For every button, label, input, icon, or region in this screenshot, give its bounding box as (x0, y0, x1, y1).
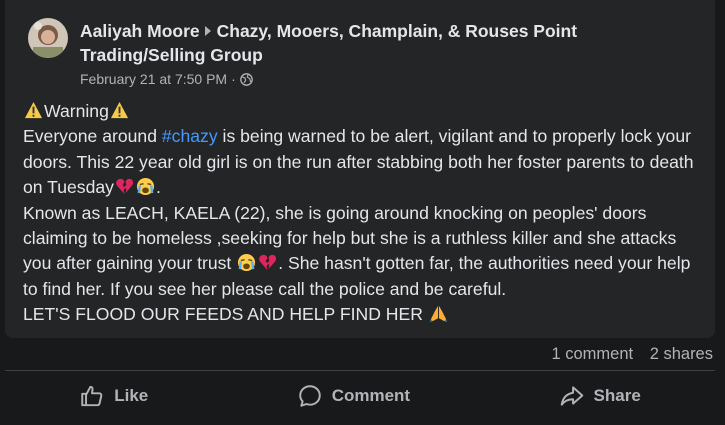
paragraph-1-text-a: Everyone around (23, 126, 162, 147)
like-button[interactable]: Like (79, 383, 148, 409)
header-text: Aaliyah Moore Chazy, Mooers, Champlain, &… (80, 19, 640, 87)
post-header: Aaliyah Moore Chazy, Mooers, Champlain, &… (28, 18, 640, 87)
paragraph-2: Known as LEACH, KAELA (22), she is going… (23, 201, 709, 303)
crying-face-icon (238, 254, 256, 272)
header-title: Aaliyah Moore Chazy, Mooers, Champlain, &… (80, 19, 640, 43)
warning-icon (24, 101, 43, 119)
share-count[interactable]: 2 shares (650, 345, 713, 363)
paragraph-3: LET'S FLOOD OUR FEEDS AND HELP FIND HER (23, 302, 709, 327)
post-body: Warning Everyone around #chazy is being … (23, 99, 709, 328)
arrow-right-icon (204, 26, 211, 36)
share-label: Share (593, 386, 641, 405)
crying-face-icon (136, 178, 155, 196)
comment-button[interactable]: Comment (297, 383, 410, 409)
warning-label: Warning (44, 101, 109, 121)
warning-line: Warning (23, 99, 709, 124)
share-arrow-icon (560, 386, 583, 406)
broken-heart-icon (116, 179, 134, 195)
post-meta: February 21 at 7:50 PM · (80, 71, 640, 87)
paragraph-3-text: LET'S FLOOD OUR FEEDS AND HELP FIND HER (23, 304, 428, 325)
speech-bubble-icon (298, 385, 321, 407)
meta-separator: · (231, 71, 236, 87)
paragraph-1: Everyone around #chazy is being warned t… (23, 124, 709, 200)
engagement-counts: 1 comment 2 shares (539, 345, 713, 364)
action-bar: Like Comment Share (5, 378, 715, 414)
group-name[interactable]: Chazy, Mooers, Champlain, & Rouses Point (217, 21, 577, 41)
paragraph-1-end: . (155, 177, 161, 198)
post-card: Aaliyah Moore Chazy, Mooers, Champlain, &… (5, 0, 715, 338)
post-timestamp[interactable]: February 21 at 7:50 PM (80, 71, 227, 87)
author-avatar[interactable] (28, 18, 68, 58)
thumbs-up-icon (81, 385, 103, 407)
author-name[interactable]: Aaliyah Moore (80, 21, 200, 41)
comment-count[interactable]: 1 comment (551, 345, 633, 363)
share-button[interactable]: Share (559, 383, 641, 409)
comment-label: Comment (331, 386, 411, 405)
group-name-cont[interactable]: Trading/Selling Group (80, 43, 640, 67)
warning-icon (110, 101, 128, 119)
hashtag-link[interactable]: #chazy (162, 126, 218, 146)
broken-heart-icon (259, 255, 277, 271)
like-label: Like (114, 386, 149, 405)
divider (5, 370, 715, 371)
globe-icon[interactable] (239, 72, 253, 86)
folded-hands-icon (429, 306, 447, 323)
